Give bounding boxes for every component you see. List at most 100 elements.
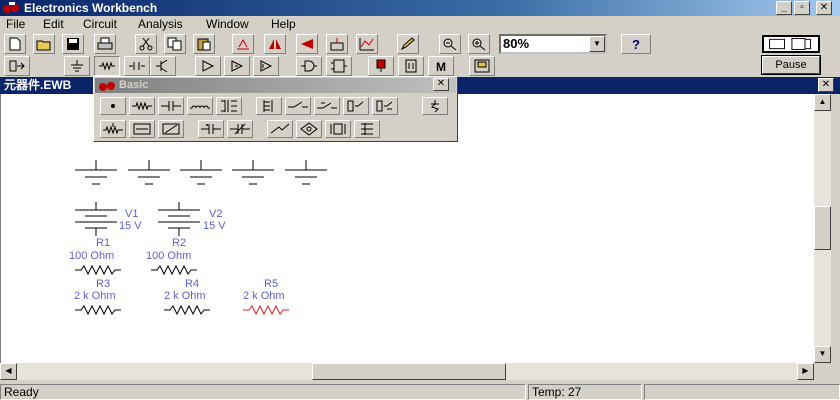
menu-help[interactable]: Help <box>271 16 296 33</box>
switch-button[interactable] <box>285 97 311 115</box>
transistor-icon <box>156 59 168 73</box>
new-file-button[interactable] <box>4 34 26 54</box>
resistor-pack-button[interactable] <box>129 120 155 138</box>
scroll-right-icon[interactable]: ▶ <box>797 363 814 380</box>
power-switch-icon <box>769 37 812 51</box>
close-button[interactable]: ✕ <box>816 1 832 15</box>
basic-bin-button[interactable] <box>94 56 120 76</box>
analog-ics-bin-button[interactable] <box>195 56 221 76</box>
document-close-button[interactable]: ✕ <box>818 78 834 92</box>
variable-inductor-icon <box>230 123 250 135</box>
time-delay-switch-button[interactable] <box>314 97 340 115</box>
status-ready: Ready <box>0 384 526 400</box>
r1-value: 100 Ohm <box>69 250 115 262</box>
cut-button[interactable] <box>135 34 157 54</box>
diodes-bin-button[interactable] <box>124 56 150 76</box>
palette-title-bar: Basic ✕ <box>95 78 456 93</box>
nonlinear-transformer-button[interactable] <box>267 120 293 138</box>
r4-value: 2 k Ohm <box>164 290 206 302</box>
relay-button[interactable] <box>256 97 282 115</box>
chevron-down-icon[interactable]: ▼ <box>589 36 605 52</box>
copy-button[interactable] <box>164 34 186 54</box>
vertical-scrollbar[interactable]: ▲ ▼ <box>814 94 831 363</box>
controls-bin-button[interactable] <box>398 56 424 76</box>
crystal-button[interactable] <box>325 120 351 138</box>
variable-capacitor-button[interactable] <box>158 120 184 138</box>
digital-ics-bin-button[interactable] <box>253 56 279 76</box>
vertical-scroll-thumb[interactable] <box>814 206 831 250</box>
palette-close-button[interactable]: ✕ <box>433 78 449 91</box>
print-button[interactable] <box>94 34 116 54</box>
switch-icon <box>288 101 308 108</box>
paste-icon <box>197 38 211 51</box>
component-properties-button[interactable] <box>326 34 348 54</box>
description-button[interactable] <box>397 34 419 54</box>
scroll-down-icon[interactable]: ▼ <box>814 346 831 363</box>
r4-name: R4 <box>185 278 200 290</box>
horizontal-scrollbar[interactable]: ◀ ▶ <box>0 363 814 380</box>
scroll-left-icon[interactable]: ◀ <box>0 363 17 380</box>
r3-value: 2 k Ohm <box>74 290 116 302</box>
variable-inductor-button[interactable] <box>227 120 253 138</box>
document-title: 元器件.EWB <box>4 78 72 92</box>
flipflop-icon <box>331 59 347 73</box>
misc-m-icon: M <box>436 60 446 73</box>
save-button[interactable] <box>62 34 84 54</box>
favorites-bin-button[interactable] <box>4 56 30 76</box>
magnetic-core-button[interactable] <box>296 120 322 138</box>
power-switch[interactable] <box>762 35 820 53</box>
mixed-ics-bin-button[interactable] <box>224 56 250 76</box>
connector-dot-icon <box>111 104 115 108</box>
connector-button[interactable] <box>100 97 126 115</box>
menu-file[interactable]: File <box>6 16 25 33</box>
graph-button[interactable] <box>356 34 378 54</box>
inductor-button[interactable] <box>187 97 213 115</box>
zoom-out-button[interactable] <box>439 34 461 54</box>
resistor-button[interactable] <box>129 97 155 115</box>
flip-horizontal-button[interactable] <box>264 34 286 54</box>
restore-button[interactable]: ▫ <box>794 1 810 15</box>
rotate-icon <box>237 38 249 50</box>
menu-circuit[interactable]: Circuit <box>83 16 117 33</box>
coreless-coil-button[interactable] <box>354 120 380 138</box>
help-button[interactable]: ? <box>621 34 651 54</box>
menu-window[interactable]: Window <box>206 16 249 33</box>
status-bar: Ready Temp: 27 <box>0 383 840 400</box>
zoom-in-button[interactable] <box>468 34 490 54</box>
minimize-button[interactable]: _ <box>776 1 792 15</box>
magnetic-core-icon <box>300 122 318 136</box>
current-controlled-switch-button[interactable] <box>372 97 398 115</box>
pull-up-resistor-button[interactable] <box>422 97 448 115</box>
open-button[interactable] <box>33 34 55 54</box>
scroll-up-icon[interactable]: ▲ <box>814 94 831 111</box>
menu-edit[interactable]: Edit <box>43 16 64 33</box>
logic-gates-bin-button[interactable] <box>296 56 322 76</box>
capacitor-icon <box>161 101 181 111</box>
transformer-button[interactable] <box>216 97 242 115</box>
miscellaneous-bin-button[interactable]: M <box>428 56 454 76</box>
digital-bin-button[interactable] <box>326 56 352 76</box>
resistor-icon <box>132 101 152 111</box>
app-icon <box>3 2 19 13</box>
sources-bin-button[interactable] <box>64 56 90 76</box>
paste-button[interactable] <box>193 34 215 54</box>
title-bar: Electronics Workbench _ ▫ ✕ <box>0 0 840 16</box>
pause-button[interactable]: Pause <box>761 55 821 75</box>
capacitor-button[interactable] <box>158 97 184 115</box>
electrolytic-capacitor-button[interactable] <box>198 120 224 138</box>
r1-name: R1 <box>96 237 111 249</box>
potentiometer-button[interactable] <box>100 120 126 138</box>
instruments-bin-button[interactable] <box>469 56 495 76</box>
transistors-bin-button[interactable] <box>150 56 176 76</box>
rotate-button[interactable] <box>232 34 254 54</box>
controls-icon <box>405 59 417 73</box>
indicators-bin-button[interactable] <box>368 56 394 76</box>
zoom-out-icon <box>443 38 457 51</box>
horizontal-scroll-thumb[interactable] <box>312 363 506 380</box>
voltage-controlled-switch-button[interactable] <box>343 97 369 115</box>
zoom-level-select[interactable]: 80% ▼ <box>499 34 607 54</box>
v1-name: V1 <box>125 208 139 220</box>
menu-analysis[interactable]: Analysis <box>138 16 183 33</box>
flip-vertical-button[interactable] <box>296 34 318 54</box>
selected-resistor-r5 <box>243 304 289 316</box>
